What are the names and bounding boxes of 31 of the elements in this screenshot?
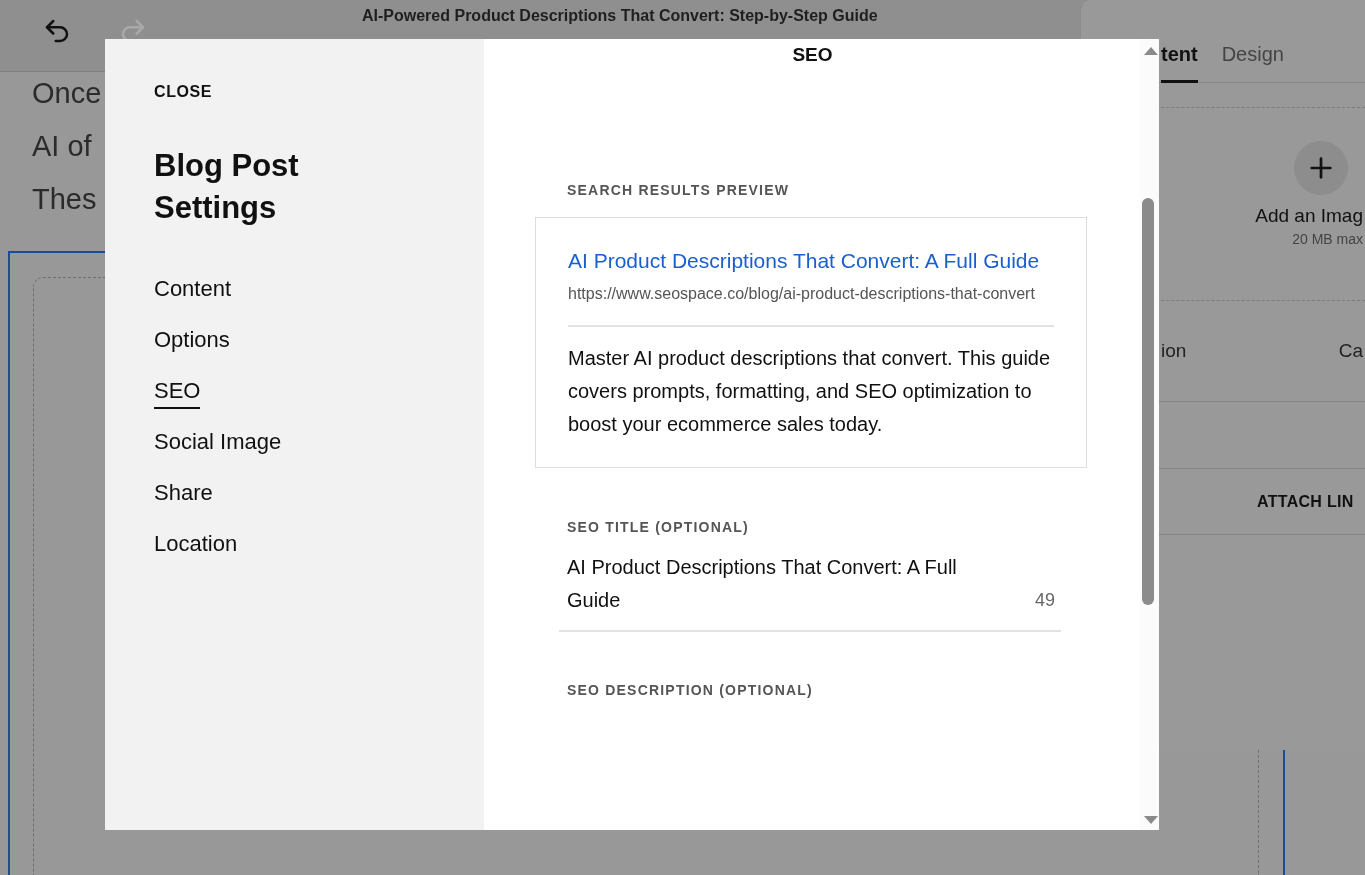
dialog-title: Blog Post Settings: [154, 147, 300, 227]
section-label: SEARCH RESULTS PREVIEW: [566, 182, 791, 198]
row-label: Ca: [1338, 340, 1363, 362]
scroll-up-icon[interactable]: [1144, 47, 1158, 55]
field-label: SEO DESCRIPTION (OPTIONAL): [566, 682, 814, 698]
document-title: AI-Powered Product Descriptions That Convert: Step-by-Step Guide: [362, 7, 878, 25]
seo-title-field[interactable]: AI Product Descriptions That Convert: A Full Guide 49: [559, 551, 1061, 632]
field-label: SEO TITLE (OPTIONAL): [566, 519, 750, 535]
body-text-line: Thes: [32, 182, 97, 217]
section-header: SEO: [792, 44, 834, 66]
row-label: ion: [1161, 340, 1187, 362]
preview-url: https://www.seospace.co/blog/ai-product-descriptions-that-convert: [568, 277, 1054, 327]
character-count: 49: [1034, 589, 1055, 612]
scrollbar[interactable]: [1140, 39, 1159, 830]
body-text-line: AI of: [32, 129, 92, 164]
preview-title-link[interactable]: AI Product Descriptions That Convert: A Full Guide: [568, 244, 1054, 277]
seo-title-value: AI Product Descriptions That Convert: A Full Guide: [567, 555, 958, 613]
body-text-line: Once: [32, 76, 102, 111]
upload-hint: 20 MB max: [1292, 231, 1363, 247]
attach-link[interactable]: ATTACH LIN: [1257, 492, 1354, 511]
nav-item[interactable]: Share: [154, 481, 213, 511]
preview-description: Master AI product descriptions that convert. This guide covers prompts, formatting, and SEO optimization to boost your ecommerce sales today.: [568, 346, 1052, 437]
scroll-down-icon[interactable]: [1144, 816, 1158, 824]
nav-item[interactable]: Social Image: [154, 430, 282, 460]
close-button[interactable]: CLOSE: [154, 83, 213, 101]
nav-item[interactable]: Content: [154, 277, 232, 307]
nav-item[interactable]: SEO: [154, 379, 201, 409]
upload-label: Add an Imag: [1255, 205, 1363, 227]
scroll-thumb[interactable]: [1142, 198, 1154, 605]
nav-item[interactable]: Options: [154, 328, 230, 358]
nav-item[interactable]: Location: [154, 532, 238, 562]
